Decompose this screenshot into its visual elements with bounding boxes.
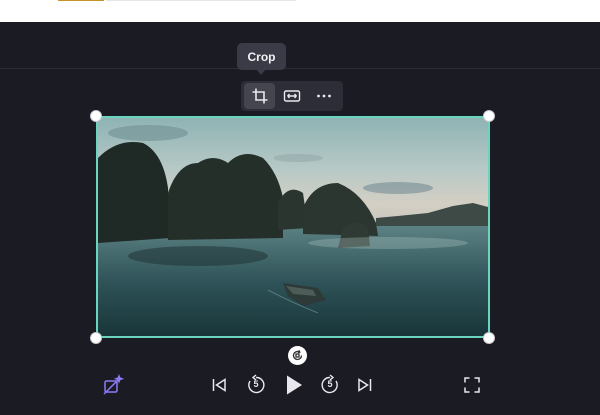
resize-handle-top-right[interactable] xyxy=(484,111,494,121)
play-button[interactable] xyxy=(283,373,305,397)
top-bar-strip xyxy=(106,0,296,1)
crop-button[interactable] xyxy=(244,83,275,109)
skip-to-start-icon xyxy=(212,378,226,392)
top-bar-accent xyxy=(58,0,104,1)
skip-to-end-icon xyxy=(358,378,372,392)
edit-toolbar xyxy=(241,81,343,111)
video-frame-image xyxy=(98,118,488,336)
ai-enhance-icon xyxy=(103,374,124,395)
ai-enhance-button[interactable] xyxy=(102,374,124,396)
rewind-5-button[interactable]: 5 xyxy=(245,374,267,396)
fit-icon xyxy=(283,90,300,102)
divider xyxy=(0,68,600,69)
rotate-icon xyxy=(292,349,303,361)
crop-icon xyxy=(252,88,267,104)
skip-to-start-button[interactable] xyxy=(210,376,228,394)
crop-tooltip-label: Crop xyxy=(247,49,276,64)
top-bar xyxy=(0,0,600,22)
resize-handle-bottom-left[interactable] xyxy=(91,333,101,343)
resize-handle-top-left[interactable] xyxy=(91,111,101,121)
play-icon xyxy=(287,375,302,395)
rewind-seconds-label: 5 xyxy=(253,379,259,389)
rotate-button[interactable] xyxy=(288,346,307,365)
more-options-button[interactable] xyxy=(308,83,339,109)
forward-5-button[interactable]: 5 xyxy=(319,374,341,396)
fullscreen-button[interactable] xyxy=(463,376,481,394)
fit-button[interactable] xyxy=(276,83,307,109)
fullscreen-icon xyxy=(464,377,480,393)
video-preview[interactable] xyxy=(96,116,490,338)
more-icon xyxy=(316,94,331,98)
crop-tooltip: Crop xyxy=(237,43,286,75)
resize-handle-bottom-right[interactable] xyxy=(484,333,494,343)
skip-to-end-button[interactable] xyxy=(356,376,374,394)
forward-seconds-label: 5 xyxy=(327,379,333,389)
